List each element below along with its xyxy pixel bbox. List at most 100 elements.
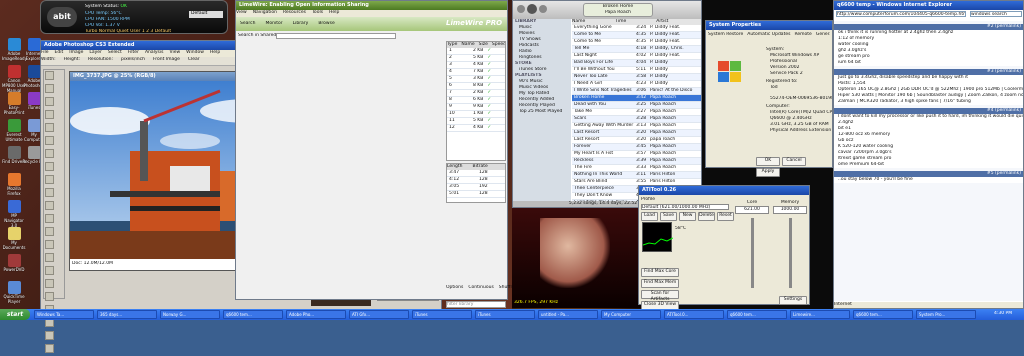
taskbar-button[interactable]: System Pro... <box>916 310 976 319</box>
dialog-button[interactable]: Scan for Artifacts <box>641 290 679 302</box>
option-checkbox[interactable]: Options <box>446 285 463 290</box>
result-row[interactable]: 11 5 KB ✓ <box>447 118 505 125</box>
core-slider[interactable] <box>750 218 754 288</box>
tool-icon[interactable] <box>45 253 54 262</box>
dialog-button[interactable]: Apply <box>756 168 780 177</box>
menu-item[interactable]: Help <box>329 10 339 15</box>
dialog-button[interactable]: Reset <box>717 212 734 221</box>
result-row[interactable]: 3 4 KB ✓ <box>447 62 505 69</box>
result-row[interactable]: 2 5 KB ✓ <box>447 55 505 62</box>
column-header[interactable]: Name <box>572 19 585 24</box>
menu-item[interactable]: Select <box>108 50 122 55</box>
sysprops-tab[interactable]: Automatic Updates <box>747 32 790 37</box>
option-checkbox[interactable]: Continuous <box>468 285 493 290</box>
library-row[interactable]: 4:12 128 <box>447 177 505 184</box>
menu-item[interactable]: View <box>236 10 247 15</box>
address-bar[interactable]: http://www.computerforum.com/104405-q660… <box>836 11 966 17</box>
track-row[interactable]: Forever 3:45 Papa Roach <box>572 144 701 151</box>
sysprops-tab[interactable]: System Restore <box>708 32 743 37</box>
dialog-button[interactable]: Find Max Mem <box>641 279 679 288</box>
tool-icon[interactable] <box>45 331 54 340</box>
core-value[interactable]: 621.00 <box>735 206 769 214</box>
tool-icon[interactable] <box>45 240 54 249</box>
profile-select[interactable]: Default (621.00/1000.00 MHz) <box>641 204 729 210</box>
track-row[interactable]: Broken Home 3:42 Papa Roach <box>572 95 701 102</box>
tool-icon[interactable] <box>45 175 54 184</box>
track-row[interactable]: Never Too Late 3:58 P. Diddy <box>572 74 701 81</box>
tool-icon[interactable] <box>45 227 54 236</box>
dialog-button[interactable]: Find Max Core <box>641 268 679 277</box>
result-row[interactable]: 8 6 KB ✓ <box>447 97 505 104</box>
option-field[interactable]: pixels/inch <box>121 57 145 62</box>
track-row[interactable]: Dead with You 3:25 Papa Roach <box>572 102 701 109</box>
result-row[interactable]: 6 8 KB ✓ <box>447 83 505 90</box>
track-row[interactable]: Last Night 4:02 P. Diddy Feat. <box>572 53 701 60</box>
tool-icon[interactable] <box>45 123 54 132</box>
menu-item[interactable]: Window <box>186 50 204 55</box>
tool-icon[interactable] <box>45 162 54 171</box>
option-field[interactable]: Clear <box>188 57 200 62</box>
tool-icon[interactable] <box>45 292 54 301</box>
column-header[interactable]: Name <box>461 42 474 47</box>
limewire-tab[interactable]: Browse <box>318 21 334 26</box>
track-row[interactable]: Last Resort 3:20 papa roach <box>572 137 701 144</box>
taskbar-button[interactable]: q6600 tem... <box>853 310 913 319</box>
tool-icon[interactable] <box>45 110 54 119</box>
column-header[interactable]: Size <box>479 42 488 47</box>
option-field[interactable]: Resolution: <box>88 57 113 62</box>
option-field[interactable]: Width: <box>41 57 56 62</box>
mode-bar[interactable]: Turbo Normal Quiet User 1 2 3 Default <box>85 29 171 35</box>
column-header[interactable]: Type <box>447 42 457 47</box>
result-row[interactable]: 10 1 KB ✓ <box>447 111 505 118</box>
menu-item[interactable]: Image <box>69 50 83 55</box>
track-row[interactable]: My Heart Is A Fist 3:57 Papa Roach <box>572 151 701 158</box>
menu-item[interactable]: Filter <box>128 50 139 55</box>
sidebar-item[interactable]: Top 25 Most Played <box>513 109 571 115</box>
limewire-tab[interactable]: Search <box>240 21 255 26</box>
track-row[interactable]: Getting Away With Murder 3:13 Papa Roach <box>572 123 701 130</box>
tool-icon[interactable] <box>45 149 54 158</box>
dialog-button[interactable]: Cancel <box>782 157 806 166</box>
tool-icon[interactable] <box>45 266 54 275</box>
abit-eq-widget[interactable]: abit System Status: OK CPU Temp: 56°C CP… <box>40 0 228 34</box>
tool-icon[interactable] <box>45 71 54 80</box>
menu-item[interactable]: View <box>169 50 180 55</box>
track-row[interactable]: Nothing In This World 3:11 Paris Hilton <box>572 172 701 179</box>
dialog-button[interactable]: New <box>679 212 696 221</box>
menu-item[interactable]: Analysis <box>145 50 164 55</box>
tool-icon[interactable] <box>45 279 54 288</box>
limewire-filter-input[interactable]: filter library <box>446 301 506 308</box>
track-row[interactable]: Last Resort 3:20 Papa Roach <box>572 130 701 137</box>
limewire-search-input[interactable] <box>276 33 396 39</box>
tool-icon[interactable] <box>45 188 54 197</box>
column-header[interactable]: Length <box>447 164 463 169</box>
sysprops-tab[interactable]: Remote <box>794 32 811 37</box>
taskbar-button[interactable]: Norway G... <box>160 310 220 319</box>
tool-icon[interactable] <box>45 344 54 353</box>
track-row[interactable]: Tell Me 4:18 P. Diddy, Chris. <box>572 46 701 53</box>
track-row[interactable]: I Write Sins Not Tragedies 3:06 Panic! At … <box>572 88 701 95</box>
track-row[interactable]: Come to Me 4:35 P. Diddy Feat. <box>572 39 701 46</box>
track-row[interactable]: Everything Gone 3:24 P. Diddy Feat. <box>572 25 701 32</box>
menu-item[interactable]: Help <box>210 50 220 55</box>
play-button[interactable] <box>527 4 537 14</box>
dialog-button[interactable]: Save <box>660 212 677 221</box>
option-field[interactable]: Height: <box>64 57 80 62</box>
track-row[interactable]: Reckless 3:39 Papa Roach <box>572 158 701 165</box>
library-row[interactable]: 3:47 128 <box>447 170 505 177</box>
menu-item[interactable]: Layer <box>89 50 102 55</box>
column-header[interactable]: Bitrate <box>473 164 488 169</box>
menu-item[interactable]: Navigation <box>253 10 277 15</box>
column-header[interactable]: Speed <box>492 42 505 47</box>
result-row[interactable]: 5 3 KB ✓ <box>447 76 505 83</box>
tool-icon[interactable] <box>45 97 54 106</box>
tool-icon[interactable] <box>45 84 54 93</box>
result-row[interactable]: 7 2 KB ✓ <box>447 90 505 97</box>
taskbar-button[interactable]: Adobe Pho... <box>286 310 346 319</box>
tool-icon[interactable] <box>45 136 54 145</box>
result-row[interactable]: 12 4 KB ✓ <box>447 125 505 132</box>
result-row[interactable]: 9 9 KB ✓ <box>447 104 505 111</box>
track-row[interactable]: Scars 3:28 Papa Roach <box>572 116 701 123</box>
menu-item[interactable]: File <box>41 50 49 55</box>
column-header[interactable]: Artist <box>656 19 668 24</box>
